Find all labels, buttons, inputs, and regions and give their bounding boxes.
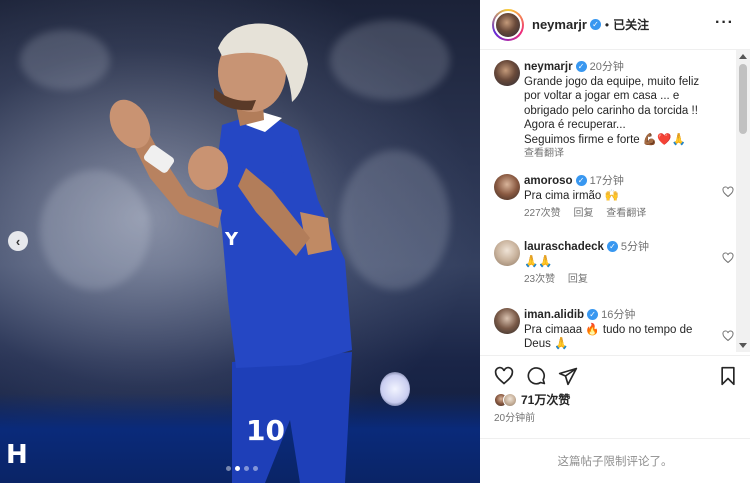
separator-dot: • — [604, 17, 610, 32]
avatar[interactable] — [494, 174, 520, 200]
post-image[interactable]: 10 Y ‹ H — [0, 0, 480, 483]
comment-text: Pra cima irmão 🙌 — [524, 189, 619, 202]
player-illustration: 10 Y — [109, 23, 352, 483]
carousel-dot — [253, 466, 258, 471]
verified-badge-icon: ✓ — [589, 19, 601, 30]
see-translation-link[interactable]: 查看翻译 — [524, 147, 734, 162]
heart-outline-icon[interactable] — [722, 330, 734, 342]
comment-text: Deus 🙏 — [524, 338, 569, 350]
carousel-indicator — [226, 466, 258, 471]
carousel-dot-active — [235, 466, 240, 471]
comment-likes[interactable]: 23次赞 — [524, 274, 555, 285]
caption-username[interactable]: neymarjr — [524, 61, 573, 73]
scrollbar-thumb[interactable] — [739, 64, 747, 134]
caption-line: obrigado pelo carinho da torcida !! — [524, 104, 698, 117]
comment-text: Pra cimaaa 🔥 tudo no tempo de — [524, 323, 693, 336]
carousel-dot — [244, 466, 249, 471]
comment-text: 🙏🙏 — [524, 255, 553, 268]
see-translation-label: 查看翻译 — [524, 148, 564, 159]
comment-username[interactable]: iman.alidib — [524, 309, 584, 321]
likes-summary[interactable]: 71万次赞 — [494, 391, 570, 408]
comment-time[interactable]: 16分钟 — [601, 309, 635, 321]
club-logo-text: H — [6, 440, 28, 470]
avatar[interactable] — [494, 240, 520, 266]
svg-text:10: 10 — [246, 414, 285, 447]
comment-username[interactable]: lauraschadeck — [524, 241, 604, 253]
share-send-icon[interactable] — [558, 366, 578, 386]
comment-meta: 227次赞 回复 查看翻译 — [524, 207, 734, 222]
carousel-dot — [226, 466, 231, 471]
verified-badge-icon: ✓ — [587, 309, 599, 321]
like-heart-icon[interactable] — [494, 366, 514, 386]
svg-text:Y: Y — [224, 229, 239, 250]
comment-bubble-icon[interactable] — [526, 366, 546, 386]
carousel-prev-button[interactable]: ‹ — [8, 231, 28, 251]
avatar — [494, 10, 522, 39]
caption: neymarjr ✓ 20分钟 Grande jogo da equipe, mui… — [494, 60, 734, 162]
heart-outline-icon[interactable] — [722, 252, 734, 264]
comment-likes[interactable]: 227次赞 — [524, 208, 561, 219]
comments-limited-notice: 这篇帖子限制评论了。 — [480, 438, 750, 483]
comment-item: lauraschadeck ✓ 5分钟 🙏🙏 23次赞 回复 — [494, 240, 734, 288]
comments-limited-text: 这篇帖子限制评论了。 — [557, 456, 673, 468]
comment-item: amoroso ✓ 17分钟 Pra cima irmão 🙌 227次赞 回复 查… — [494, 174, 734, 222]
see-translation-link[interactable]: 查看翻译 — [606, 208, 646, 219]
comment-time[interactable]: 17分钟 — [590, 175, 624, 187]
caption-line: Grande jogo da equipe, muito feliz — [524, 75, 700, 88]
avatar — [503, 392, 517, 407]
comment-username[interactable]: amoroso — [524, 175, 573, 187]
reply-button[interactable]: 回复 — [568, 274, 588, 285]
post-actions-bar — [480, 355, 750, 395]
verified-badge-icon: ✓ — [575, 61, 587, 73]
more-options-icon[interactable]: ··· — [715, 14, 734, 32]
heart-outline-icon[interactable] — [722, 186, 734, 198]
comment-time[interactable]: 5分钟 — [621, 241, 649, 253]
caption-line: Agora é recuperar... — [524, 119, 626, 131]
scroll-down-icon[interactable] — [739, 343, 747, 348]
caption-line: por voltar a jogar em casa ... e — [524, 90, 680, 102]
scroll-up-icon[interactable] — [739, 54, 747, 59]
post-header: neymarjr ✓ • 已关注 ··· — [480, 0, 750, 50]
comments-list[interactable]: neymarjr ✓ 20分钟 Grande jogo da equipe, mui… — [480, 50, 736, 352]
bookmark-icon[interactable] — [718, 366, 738, 386]
caption-time[interactable]: 20分钟 — [590, 61, 624, 73]
comment-item: iman.alidib ✓ 16分钟 Pra cimaaa 🔥 tudo no te… — [494, 308, 734, 352]
verified-badge-icon: ✓ — [606, 241, 618, 253]
comments-scrollbar[interactable] — [736, 50, 750, 352]
author-avatar[interactable] — [492, 8, 524, 41]
verified-badge-icon: ✓ — [575, 175, 587, 187]
post-timestamp[interactable]: 20分钟前 — [494, 409, 535, 424]
avatar[interactable] — [494, 308, 520, 334]
reply-button[interactable]: 回复 — [573, 208, 593, 219]
club-logo: H — [6, 440, 28, 470]
post-side-panel: neymarjr ✓ • 已关注 ··· neymarjr ✓ 20分钟 Grand… — [480, 0, 750, 483]
follow-status-button[interactable]: 已关注 — [613, 16, 649, 33]
caption-line: Seguimos firme e forte 💪🏾❤️🙏 — [524, 133, 686, 146]
chevron-left-icon: ‹ — [15, 233, 21, 249]
author-username[interactable]: neymarjr — [532, 17, 587, 32]
avatar[interactable] — [494, 60, 520, 86]
likes-count[interactable]: 71万次赞 — [521, 391, 570, 408]
comment-meta: 23次赞 回复 — [524, 273, 734, 288]
